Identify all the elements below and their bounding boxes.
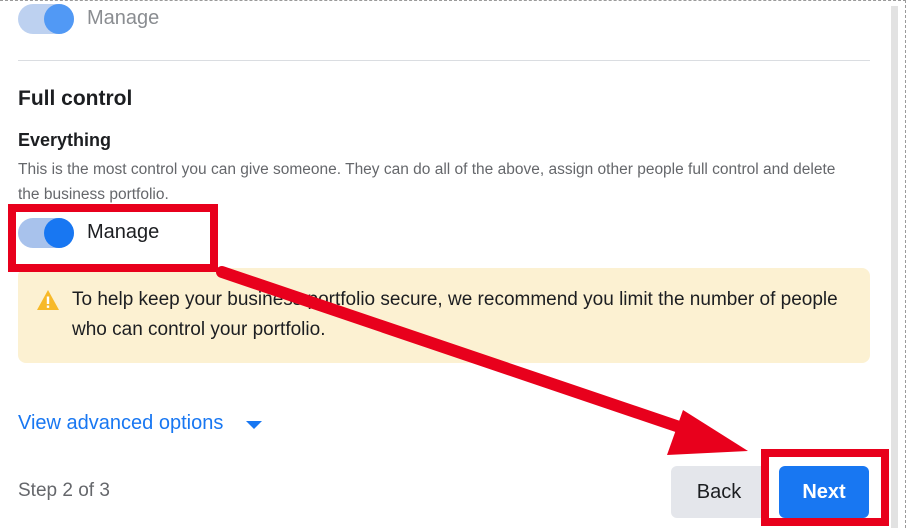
- warning-triangle-icon: [37, 290, 59, 310]
- caret-down-icon[interactable]: [246, 421, 262, 429]
- permission-title-everything: Everything: [18, 130, 112, 150]
- manage-toggle-previous-label: Manage: [87, 7, 160, 29]
- back-button[interactable]: Back: [671, 466, 767, 518]
- manage-toggle-previous[interactable]: [18, 4, 74, 34]
- annotation-highlight-next: [761, 449, 889, 526]
- permission-description: This is the most control you can give so…: [18, 161, 836, 203]
- section-divider: [18, 60, 870, 61]
- section-title-full-control: Full control: [18, 87, 133, 110]
- view-advanced-options-link[interactable]: View advanced options: [18, 412, 223, 435]
- warning-text: To help keep your business portfolio sec…: [72, 289, 838, 340]
- toggle-knob: [44, 4, 74, 34]
- scrollbar[interactable]: [891, 6, 898, 528]
- annotation-highlight-toggle: [8, 204, 218, 272]
- step-indicator: Step 2 of 3: [18, 480, 110, 501]
